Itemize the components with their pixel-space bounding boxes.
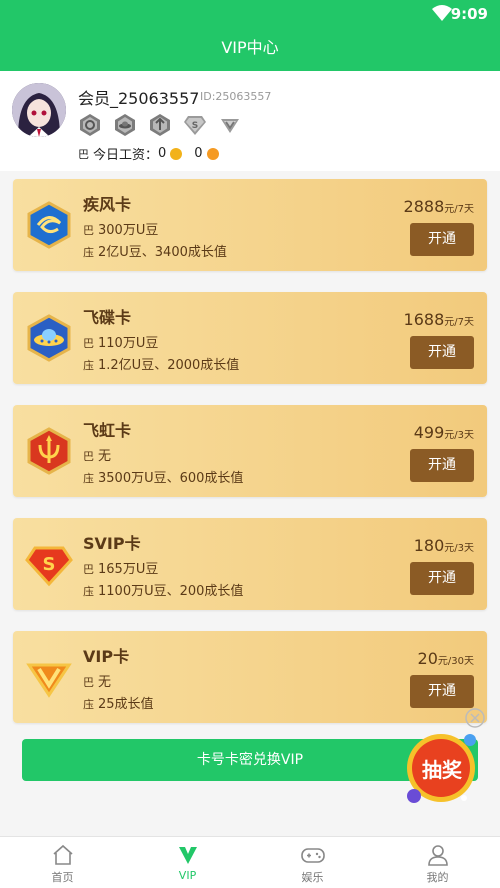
close-icon[interactable] xyxy=(465,708,485,728)
vip-card-rainbow[interactable]: 飞虹卡 巴无 庒 3500万U豆、600成长值 499元/3天 开通 xyxy=(13,405,487,497)
rank-badge-1-icon[interactable] xyxy=(78,113,102,137)
status-time: 9:09 xyxy=(450,5,488,23)
tab-home[interactable]: 首页 xyxy=(0,837,125,888)
tab-mine[interactable]: 我的 xyxy=(375,837,500,888)
lottery-label: 抽奖 xyxy=(422,758,462,782)
open-button[interactable]: 开通 xyxy=(410,223,474,256)
open-button[interactable]: 开通 xyxy=(410,675,474,708)
vip-card-icon xyxy=(26,663,72,698)
card-price: 1688元/7天 xyxy=(403,310,474,329)
badge-row: S xyxy=(78,113,242,137)
card-benefit-2: 2亿U豆、3400成长值 xyxy=(98,245,227,260)
card-benefit-1: 165万U豆 xyxy=(98,562,159,577)
gift-icon: 庒 xyxy=(83,585,94,598)
tab-label: VIP xyxy=(178,869,197,882)
open-button[interactable]: 开通 xyxy=(410,562,474,595)
daily-salary: 巴 今日工资： 0 0 xyxy=(78,144,231,163)
svg-text:S: S xyxy=(43,554,56,575)
card-name: 飞碟卡 xyxy=(83,308,132,327)
gift-icon: 庒 xyxy=(83,472,94,485)
gift-icon: 庒 xyxy=(83,698,94,711)
coin-bag-icon: 巴 xyxy=(78,147,89,161)
card-name: 飞虹卡 xyxy=(83,421,132,440)
card-price: 2888元/7天 xyxy=(403,197,474,216)
vip-card-wind[interactable]: 疾风卡 巴 300万U豆 庒 2亿U豆、3400成长值 2888元/7天 开通 xyxy=(13,179,487,271)
gift-icon: 庒 xyxy=(83,246,94,259)
username: 会员_25063557 xyxy=(78,89,200,108)
svg-text:S: S xyxy=(192,121,198,131)
ubean-coin-icon xyxy=(170,147,183,160)
tab-vip[interactable]: VIP xyxy=(125,837,250,888)
coin-bag-icon: 巴 xyxy=(83,337,94,350)
vip-card-svip[interactable]: S SVIP卡 巴 165万U豆 庒 1100万U豆、200成长值 180元/3天 … xyxy=(13,518,487,610)
coin-bag-icon: 巴 xyxy=(83,224,94,237)
wind-card-icon xyxy=(27,201,71,249)
coin-bag-icon: 巴 xyxy=(83,676,94,689)
tab-entertainment[interactable]: 娱乐 xyxy=(250,837,375,888)
profile-panel: 会员_25063557 ID:25063557 S 巴 今日工资： 0 0 xyxy=(0,71,500,171)
avatar[interactable] xyxy=(12,83,66,137)
svip-card-icon: S xyxy=(25,546,73,587)
user-id: ID:25063557 xyxy=(200,90,272,103)
open-button[interactable]: 开通 xyxy=(410,336,474,369)
card-benefit-1: 300万U豆 xyxy=(98,223,159,238)
vip-card-ufo[interactable]: 飞碟卡 巴 110万U豆 庒 1.2亿U豆、2000成长值 1688元/7天 开通 xyxy=(13,292,487,384)
coin-bag-icon: 巴 xyxy=(83,450,94,463)
card-benefit-1: 无 xyxy=(98,449,112,464)
card-name: 疾风卡 xyxy=(83,195,132,214)
tab-label: 首页 xyxy=(51,871,74,884)
home-icon xyxy=(52,844,73,865)
open-button[interactable]: 开通 xyxy=(410,449,474,482)
card-benefit-2: 3500万U豆、600成长值 xyxy=(98,471,244,486)
vip-badge-icon[interactable] xyxy=(218,113,242,137)
gift-icon: 庒 xyxy=(83,359,94,372)
salary-label: 今日工资： xyxy=(93,148,159,163)
card-price: 499元/3天 xyxy=(413,423,474,442)
gamepad-icon xyxy=(300,848,325,863)
lottery-button[interactable]: 抽奖 xyxy=(404,728,482,806)
rank-badge-2-icon[interactable] xyxy=(113,113,137,137)
ufo-card-icon xyxy=(27,314,71,362)
card-benefit-1: 110万U豆 xyxy=(98,336,159,351)
card-benefit-2: 25成长值 xyxy=(98,697,154,712)
page-title: VIP中心 xyxy=(0,28,500,71)
tab-label: 我的 xyxy=(426,871,449,884)
salary-value-1: 0 xyxy=(158,146,167,161)
coin-bag-icon: 巴 xyxy=(83,563,94,576)
salary-value-2: 0 xyxy=(194,146,203,161)
card-name: SVIP卡 xyxy=(83,534,141,553)
rainbow-card-icon xyxy=(27,427,71,475)
vip-card-vip[interactable]: VIP卡 巴无 庒 25成长值 20元/30天 开通 xyxy=(13,631,487,723)
svip-badge-icon[interactable]: S xyxy=(183,113,207,137)
rank-badge-3-icon[interactable] xyxy=(148,113,172,137)
status-bar: 9:09 xyxy=(0,0,500,28)
card-price: 20元/30天 xyxy=(417,649,474,668)
card-benefit-2: 1.2亿U豆、2000成长值 xyxy=(98,358,240,373)
user-icon xyxy=(427,845,448,866)
card-benefit-1: 无 xyxy=(98,675,112,690)
card-price: 180元/3天 xyxy=(413,536,474,555)
card-name: VIP卡 xyxy=(83,647,130,666)
vip-icon xyxy=(178,847,197,864)
bottom-tab-bar: 首页 VIP 娱乐 我的 xyxy=(0,836,500,888)
tab-label: 娱乐 xyxy=(301,871,324,884)
gold-coin-icon xyxy=(206,147,219,160)
card-benefit-2: 1100万U豆、200成长值 xyxy=(98,584,244,599)
wifi-icon xyxy=(432,5,452,21)
